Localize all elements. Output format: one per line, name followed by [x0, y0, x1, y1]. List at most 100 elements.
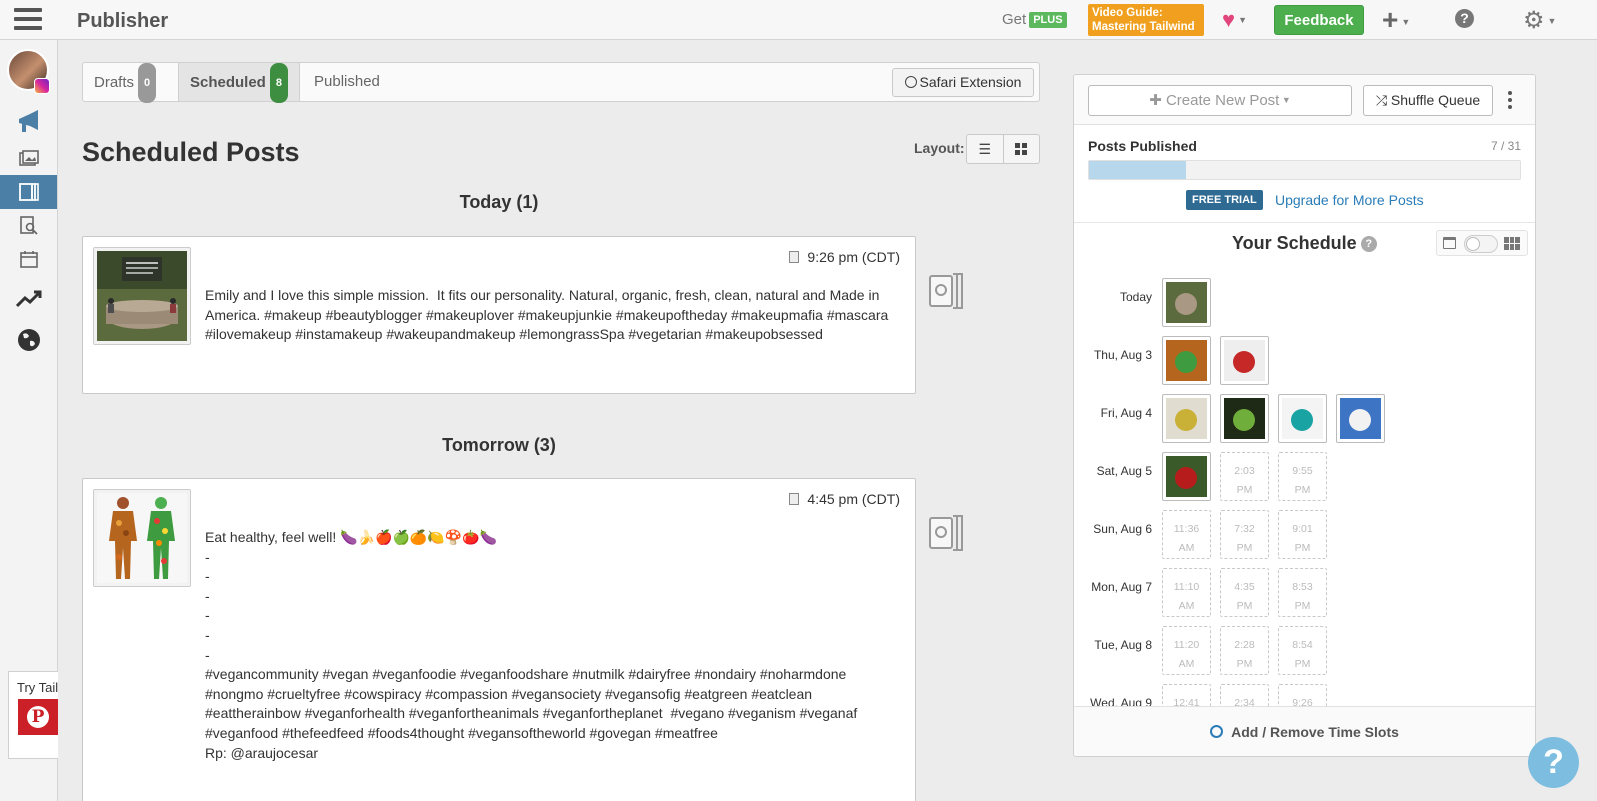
scheduled-post-thumb[interactable]	[1162, 452, 1211, 501]
feedback-button[interactable]: Feedback	[1274, 5, 1364, 35]
empty-time-slot[interactable]: 2:03 PM	[1220, 452, 1269, 501]
schedule-title-text: Your Schedule	[1232, 233, 1357, 253]
time-slot-time: 9:01	[1292, 523, 1313, 535]
gear-icon[interactable]: ⚙ ▼	[1523, 6, 1556, 35]
empty-time-slot[interactable]: 4:35 PM	[1220, 568, 1269, 617]
post-image	[97, 493, 187, 583]
scheduled-post-thumb[interactable]	[1336, 394, 1385, 443]
grid-view-icon[interactable]	[1504, 237, 1520, 250]
day-heading-today: Today (1)	[459, 192, 539, 212]
time-slot-time: 11:20	[1173, 639, 1200, 651]
scheduled-post-thumb[interactable]	[1220, 336, 1269, 385]
scheduled-count-badge: 8	[269, 63, 288, 103]
scheduled-post-thumb[interactable]	[1162, 336, 1211, 385]
help-chat-button[interactable]: ?	[1528, 737, 1579, 788]
scheduled-post-thumb[interactable]	[1162, 278, 1211, 327]
schedule-row: Wed, Aug 9 12:41 2:34 9:26	[1074, 684, 1535, 706]
create-new-post-label: Create New Post	[1165, 92, 1280, 109]
empty-time-slot[interactable]: 2:28 PM	[1220, 626, 1269, 675]
safari-extension-label: Safari Extension	[919, 74, 1022, 90]
time-slot-time: 12:41	[1173, 697, 1200, 706]
time-slot-time: 2:34	[1234, 697, 1255, 706]
time-slot-ampm: PM	[1236, 600, 1253, 612]
post-thumbnail[interactable]	[93, 489, 191, 587]
time-slot-time: 8:53	[1292, 581, 1313, 593]
empty-time-slot[interactable]: 8:54 PM	[1278, 626, 1327, 675]
calendar-icon[interactable]	[1443, 237, 1456, 249]
schedule-day-label: Sun, Aug 6	[1093, 522, 1152, 536]
globe-icon[interactable]	[0, 323, 57, 357]
top-bar: Publisher Get PLUS Video Guide: Mastering…	[0, 0, 1597, 40]
tab-published[interactable]: Published	[303, 63, 391, 101]
posts-published-label: Posts Published	[1088, 138, 1197, 154]
schedule-row: Today	[1074, 278, 1535, 328]
chevron-down-icon: ▼	[1401, 17, 1411, 27]
instagram-queue-icon[interactable]	[929, 515, 963, 551]
calendar-icon[interactable]	[0, 242, 57, 276]
drafts-count-badge: 0	[138, 63, 157, 103]
divider	[1074, 222, 1535, 223]
post-thumbnail[interactable]	[93, 247, 191, 345]
search-pins-icon[interactable]	[0, 209, 57, 243]
post-time: 4:45 pm (CDT)	[789, 491, 900, 507]
heart-icon[interactable]: ♥ ▼	[1222, 7, 1247, 33]
scheduled-post-thumb[interactable]	[1162, 394, 1211, 443]
upgrade-link[interactable]: Upgrade for More Posts	[1275, 192, 1424, 208]
time-slot-ampm: PM	[1294, 600, 1311, 612]
view-switch[interactable]	[1464, 235, 1498, 253]
empty-time-slot[interactable]: 9:01 PM	[1278, 510, 1327, 559]
megaphone-icon[interactable]	[0, 105, 57, 139]
try-tailwind-box: Try Tail P	[8, 671, 58, 759]
help-icon[interactable]: ?	[1455, 9, 1474, 28]
scheduled-post-thumb[interactable]	[1220, 394, 1269, 443]
video-guide-button[interactable]: Video Guide: Mastering Tailwind	[1088, 4, 1204, 36]
scheduled-post-thumb[interactable]	[1278, 394, 1327, 443]
get-plus-link[interactable]: Get PLUS	[1002, 11, 1067, 28]
add-remove-time-slots-button[interactable]: Add / Remove Time Slots	[1074, 706, 1535, 756]
layout-toggle: ☰	[966, 134, 1040, 164]
publisher-icon[interactable]	[0, 175, 57, 209]
plus-icon: ✚	[1149, 92, 1166, 109]
create-new-post-button[interactable]: ✚ Create New Post ▼	[1088, 85, 1352, 116]
compass-icon	[904, 76, 917, 88]
empty-time-slot[interactable]: 9:55 PM	[1278, 452, 1327, 501]
instagram-queue-icon[interactable]	[929, 273, 963, 309]
document-icon	[789, 251, 800, 263]
left-sidebar: Try Tail P	[0, 40, 58, 801]
images-icon[interactable]	[0, 142, 57, 176]
time-slot-ampm: AM	[1178, 600, 1195, 612]
time-slot-time: 9:26	[1292, 697, 1313, 706]
time-slot-time: 11:10	[1173, 581, 1200, 593]
time-slot-time: 7:32	[1234, 523, 1255, 535]
empty-time-slot[interactable]: 7:32 PM	[1220, 510, 1269, 559]
more-options-icon[interactable]	[1508, 91, 1514, 112]
plus-icon[interactable]: + ▼	[1382, 4, 1410, 36]
list-view-icon[interactable]: ☰	[967, 135, 1004, 163]
empty-time-slot[interactable]: 12:41	[1162, 684, 1211, 706]
time-slot-time: 8:54	[1292, 639, 1313, 651]
empty-time-slot[interactable]: 11:36 AM	[1162, 510, 1211, 559]
shuffle-queue-button[interactable]: ⤮ Shuffle Queue	[1363, 85, 1493, 116]
post-card[interactable]: 4:45 pm (CDT) Eat healthy, feel well! 🍆🍌…	[82, 478, 916, 801]
schedule-row: Mon, Aug 7 11:10 AM 4:35 PM 8:53 PM	[1074, 568, 1535, 618]
schedule-row: Sun, Aug 6 11:36 AM 7:32 PM 9:01 PM	[1074, 510, 1535, 560]
time-slot-ampm: PM	[1236, 658, 1253, 670]
empty-time-slot[interactable]: 11:20 AM	[1162, 626, 1211, 675]
empty-time-slot[interactable]: 11:10 AM	[1162, 568, 1211, 617]
post-time-text: 4:45 pm (CDT)	[807, 491, 900, 507]
empty-time-slot[interactable]: 9:26	[1278, 684, 1327, 706]
chevron-down-icon: ▼	[1238, 15, 1247, 25]
tab-drafts[interactable]: Drafts 0	[83, 63, 167, 103]
help-icon[interactable]: ?	[1360, 236, 1377, 252]
safari-extension-button[interactable]: Safari Extension	[892, 68, 1034, 97]
schedule-list: Today Thu, Aug 3 Fri, Aug 4 Sat, Aug 5 2:03 P…	[1074, 278, 1535, 706]
tab-scheduled[interactable]: Scheduled 8	[178, 63, 300, 103]
hamburger-icon[interactable]	[14, 8, 42, 32]
empty-time-slot[interactable]: 2:34	[1220, 684, 1269, 706]
post-card[interactable]: 9:26 pm (CDT) Emily and I love this simp…	[82, 236, 916, 394]
post-image	[97, 251, 187, 341]
pinterest-button[interactable]: P	[18, 699, 58, 735]
grid-view-icon[interactable]	[1004, 135, 1040, 163]
empty-time-slot[interactable]: 8:53 PM	[1278, 568, 1327, 617]
analytics-icon[interactable]	[0, 282, 57, 316]
